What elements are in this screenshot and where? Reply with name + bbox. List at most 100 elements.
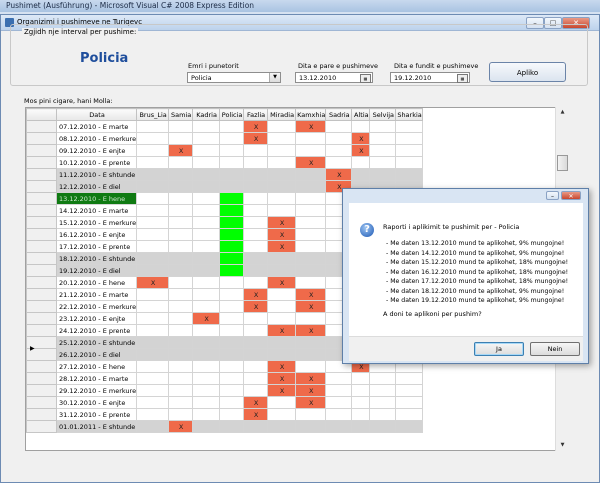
absence-cell[interactable]: X	[267, 276, 297, 289]
grid-cell[interactable]	[295, 228, 327, 241]
date-cell[interactable]: 13.12.2010 - E hene	[55, 192, 138, 205]
grid-cell[interactable]	[192, 264, 221, 277]
grid-cell[interactable]	[219, 312, 245, 325]
date-cell[interactable]: 19.12.2010 - E diel	[55, 264, 138, 277]
grid-cell[interactable]	[136, 204, 170, 217]
grid-cell[interactable]	[219, 168, 245, 181]
grid-cell[interactable]	[243, 336, 269, 349]
absence-cell[interactable]: X	[295, 324, 327, 337]
grid-cell[interactable]	[267, 156, 297, 169]
grid-cell[interactable]	[243, 216, 269, 229]
grid-cell[interactable]	[267, 312, 297, 325]
grid-cell[interactable]	[168, 312, 194, 325]
grid-cell[interactable]	[267, 144, 297, 157]
row-header[interactable]	[26, 396, 57, 409]
grid-cell[interactable]	[243, 252, 269, 265]
grid-cell[interactable]	[351, 420, 371, 433]
grid-cell[interactable]	[192, 216, 221, 229]
grid-cell[interactable]	[267, 264, 297, 277]
date-cell[interactable]: 23.12.2010 - E enjte	[55, 312, 138, 325]
date-cell[interactable]: 14.12.2010 - E marte	[55, 204, 138, 217]
chevron-down-icon[interactable]: ▼	[269, 73, 280, 82]
grid-cell[interactable]	[192, 348, 221, 361]
grid-cell[interactable]	[395, 120, 423, 133]
grid-cell[interactable]	[168, 300, 194, 313]
grid-cell[interactable]	[136, 348, 170, 361]
absence-cell[interactable]: X	[243, 408, 269, 421]
grid-cell[interactable]	[168, 360, 194, 373]
grid-cell[interactable]	[351, 168, 371, 181]
column-header[interactable]: Fazlia	[243, 108, 269, 121]
row-header[interactable]	[26, 132, 57, 145]
scroll-up-icon[interactable]: ▲	[557, 108, 568, 117]
grid-cell[interactable]	[295, 192, 327, 205]
grid-cell[interactable]	[395, 384, 423, 397]
grid-cell[interactable]	[267, 132, 297, 145]
grid-cell[interactable]	[243, 228, 269, 241]
grid-cell[interactable]	[136, 360, 170, 373]
date-cell[interactable]: 21.12.2010 - E marte	[55, 288, 138, 301]
grid-cell[interactable]	[192, 180, 221, 193]
absence-cell[interactable]: X	[267, 384, 297, 397]
absence-cell[interactable]: X	[325, 168, 353, 181]
grid-cell[interactable]	[369, 156, 397, 169]
date-cell[interactable]: 29.12.2010 - E merkure	[55, 384, 138, 397]
grid-cell[interactable]	[267, 204, 297, 217]
grid-cell[interactable]	[219, 132, 245, 145]
start-date-picker[interactable]: 13.12.2010 ▦	[295, 72, 373, 83]
absence-cell[interactable]: X	[243, 396, 269, 409]
end-date-picker[interactable]: 19.12.2010 ▦	[390, 72, 470, 83]
grid-cell[interactable]	[192, 408, 221, 421]
date-cell[interactable]: 28.12.2010 - E marte	[55, 372, 138, 385]
grid-cell[interactable]	[267, 252, 297, 265]
grid-cell[interactable]	[369, 408, 397, 421]
grid-cell[interactable]	[243, 240, 269, 253]
column-header[interactable]: Miradia	[267, 108, 297, 121]
grid-cell[interactable]	[192, 372, 221, 385]
grid-cell[interactable]	[192, 336, 221, 349]
grid-cell[interactable]	[351, 384, 371, 397]
grid-cell[interactable]	[267, 168, 297, 181]
dialog-close-button[interactable]: ✕	[561, 191, 581, 200]
grid-cell[interactable]	[219, 324, 245, 337]
grid-cell[interactable]	[168, 324, 194, 337]
grid-cell[interactable]	[136, 312, 170, 325]
grid-cell[interactable]	[395, 396, 423, 409]
grid-cell[interactable]	[395, 420, 423, 433]
grid-cell[interactable]	[295, 132, 327, 145]
grid-cell[interactable]	[219, 348, 245, 361]
vacation-cell[interactable]	[219, 264, 245, 277]
grid-cell[interactable]	[395, 408, 423, 421]
grid-cell[interactable]	[136, 252, 170, 265]
column-header[interactable]: Policia	[219, 108, 245, 121]
grid-cell[interactable]	[192, 300, 221, 313]
date-cell[interactable]: 07.12.2010 - E marte	[55, 120, 138, 133]
grid-cell[interactable]	[168, 168, 194, 181]
grid-cell[interactable]	[325, 384, 353, 397]
row-header[interactable]	[26, 204, 57, 217]
absence-cell[interactable]: X	[243, 132, 269, 145]
grid-cell[interactable]	[219, 300, 245, 313]
date-cell[interactable]: 12.12.2010 - E diel	[55, 180, 138, 193]
date-cell[interactable]: 31.12.2010 - E prente	[55, 408, 138, 421]
row-header[interactable]	[26, 300, 57, 313]
grid-cell[interactable]	[136, 300, 170, 313]
date-cell[interactable]: 09.12.2010 - E enjte	[55, 144, 138, 157]
table-row[interactable]: 30.12.2010 - E enjte X X	[26, 396, 423, 409]
vacation-cell[interactable]	[219, 252, 245, 265]
absence-cell[interactable]: X	[295, 288, 327, 301]
grid-cell[interactable]	[219, 180, 245, 193]
grid-cell[interactable]	[168, 336, 194, 349]
grid-cell[interactable]	[219, 360, 245, 373]
grid-cell[interactable]	[168, 396, 194, 409]
grid-cell[interactable]	[192, 288, 221, 301]
row-header[interactable]	[26, 120, 57, 133]
grid-cell[interactable]	[243, 264, 269, 277]
grid-cell[interactable]	[325, 156, 353, 169]
grid-cell[interactable]	[168, 204, 194, 217]
grid-cell[interactable]	[325, 144, 353, 157]
row-header[interactable]	[26, 312, 57, 325]
grid-cell[interactable]	[136, 384, 170, 397]
grid-cell[interactable]	[243, 276, 269, 289]
grid-cell[interactable]	[192, 228, 221, 241]
